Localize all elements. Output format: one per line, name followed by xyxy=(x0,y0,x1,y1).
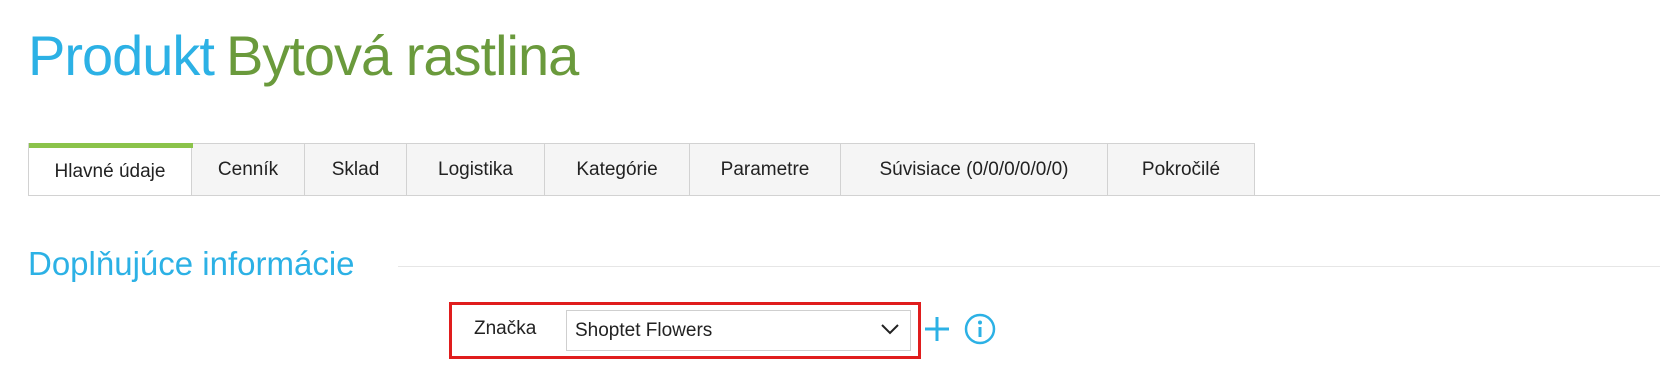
product-name: Bytová rastlina xyxy=(226,24,579,87)
tab-bar: Hlavné údaje Cenník Sklad Logistika Kate… xyxy=(28,143,1255,196)
section-divider xyxy=(398,266,1660,267)
brand-selected-value: Shoptet Flowers xyxy=(575,319,713,341)
page-title: Produkt Bytová rastlina xyxy=(28,20,579,92)
page-title-prefix: Produkt xyxy=(28,24,215,87)
tab-logistics[interactable]: Logistika xyxy=(407,143,545,196)
tab-label: Sklad xyxy=(331,158,380,180)
tab-label: Hlavné údaje xyxy=(54,160,166,182)
tab-label: Pokročilé xyxy=(1141,158,1221,180)
plus-icon[interactable] xyxy=(922,314,952,344)
tab-advanced[interactable]: Pokročilé xyxy=(1108,143,1255,196)
tabs-divider xyxy=(28,195,1660,196)
tab-related[interactable]: Súvisiace (0/0/0/0/0/0) xyxy=(841,143,1108,196)
tab-label: Logistika xyxy=(438,158,513,180)
tab-parameters[interactable]: Parametre xyxy=(690,143,841,196)
chevron-down-icon xyxy=(881,324,899,335)
info-icon[interactable] xyxy=(964,313,996,345)
tab-main-info[interactable]: Hlavné údaje xyxy=(28,143,193,196)
tab-categories[interactable]: Kategórie xyxy=(545,143,690,196)
tab-label: Kategórie xyxy=(576,158,658,180)
tab-pricelist[interactable]: Cenník xyxy=(192,143,305,196)
section-heading: Doplňujúce informácie xyxy=(28,245,355,282)
tab-label: Parametre xyxy=(720,158,810,180)
brand-select[interactable]: Shoptet Flowers xyxy=(566,310,911,351)
active-tab-indicator xyxy=(29,143,193,148)
tab-label: Súvisiace (0/0/0/0/0/0) xyxy=(879,158,1069,180)
brand-label: Značka xyxy=(474,318,537,339)
tab-stock[interactable]: Sklad xyxy=(305,143,407,196)
tab-label: Cenník xyxy=(217,158,279,180)
